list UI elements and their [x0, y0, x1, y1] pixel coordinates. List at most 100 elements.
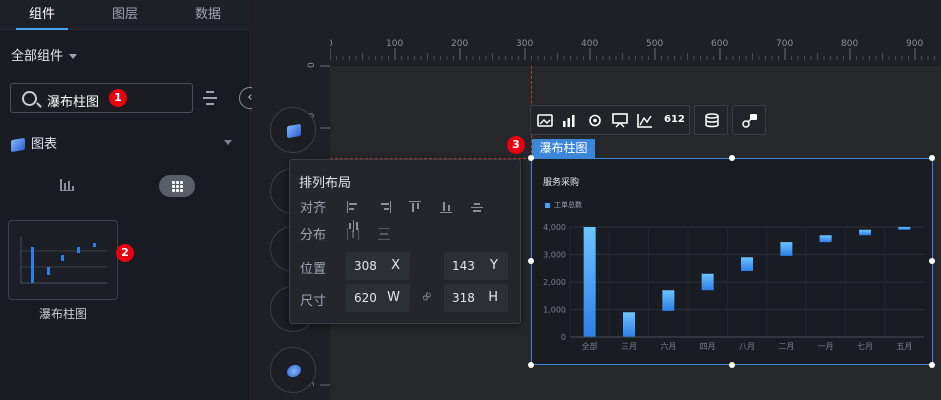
waterfall-chart: 0 1,000 2,000 3,000 4,000 全部 三月 六月 四月 八月 二月 一月 七月 五月	[543, 223, 924, 351]
ruler-label: 0	[330, 39, 333, 49]
size-width-field[interactable]: 620 W	[346, 284, 410, 312]
search-input[interactable]: 瀑布柱图	[10, 83, 193, 113]
category-charts[interactable]: 图表	[11, 133, 57, 152]
database-icon[interactable]	[704, 113, 720, 128]
ruler-horizontal: 0 100 200 300 400 500 600 700 800 900	[327, 36, 941, 60]
line-chart-icon[interactable]	[637, 113, 653, 128]
share-icon[interactable]	[742, 113, 758, 128]
align-middle-icon[interactable]	[471, 201, 484, 213]
resize-handle[interactable]	[528, 155, 534, 161]
waterfall-bar[interactable]	[701, 273, 714, 291]
search-icon	[22, 91, 37, 106]
waterfall-bar[interactable]	[819, 235, 832, 243]
size-height-unit: H	[488, 290, 498, 305]
position-x-field[interactable]: 308 X	[346, 252, 410, 280]
panel-tabs: 组件 图层 数据	[0, 0, 251, 30]
data-toolbar	[694, 105, 728, 135]
x-tick-label: 全部	[582, 341, 598, 351]
waterfall-thumbnail-icon	[20, 237, 107, 284]
distribute-vertical-icon[interactable]	[378, 228, 391, 240]
widget-toolbar: 612	[530, 105, 690, 135]
y-tick-label: 4,000	[543, 223, 566, 232]
ruler-label: 500	[646, 39, 663, 49]
tab-data[interactable]: 数据	[166, 0, 250, 30]
position-y-field[interactable]: 143 Y	[444, 252, 508, 280]
align-bottom-icon[interactable]	[440, 201, 453, 213]
ruler-label: 300	[516, 39, 533, 49]
number-icon[interactable]: 612	[664, 114, 688, 129]
waterfall-chart-thumbnail[interactable]	[8, 220, 118, 300]
resize-handle[interactable]	[929, 362, 935, 368]
ruler-label: 200	[451, 39, 468, 49]
collapse-all-icon[interactable]	[202, 89, 218, 107]
x-tick-label: 七月	[857, 342, 873, 351]
x-tick-label: 一月	[818, 342, 834, 351]
position-x-value: 308	[354, 259, 377, 273]
align-label: 对齐	[300, 201, 327, 216]
chart-icon	[287, 123, 301, 139]
waterfall-bar[interactable]	[898, 227, 911, 230]
step-marker-2: 2	[116, 244, 134, 262]
all-components-dropdown[interactable]: 全部组件	[11, 45, 78, 64]
resize-handle[interactable]	[929, 155, 935, 161]
image-icon[interactable]	[537, 113, 553, 128]
globe-icon	[287, 363, 301, 379]
quick-component-button[interactable]	[270, 347, 316, 393]
distribute-icons	[347, 225, 404, 244]
quick-component-button[interactable]	[270, 107, 316, 153]
step-marker-1: 1	[109, 89, 127, 107]
chart-title: 服务采购	[543, 178, 580, 188]
position-y-unit: Y	[490, 258, 498, 273]
ruler-label: 0	[307, 62, 317, 68]
x-tick-label: 二月	[778, 342, 794, 351]
chevron-down-icon	[69, 54, 78, 59]
layout-panel-title: 排列布局	[299, 176, 352, 191]
component-panel: 组件 图层 数据 全部组件 瀑布柱图 1 ‹ 图表 2 瀑布柱图	[0, 0, 261, 400]
size-width-unit: W	[387, 290, 400, 305]
grid-view-toggle[interactable]	[159, 175, 195, 197]
ruler-label: 100	[386, 39, 403, 49]
ruler-label: 800	[841, 39, 858, 49]
all-components-label: 全部组件	[11, 49, 64, 64]
waterfall-bar[interactable]	[859, 229, 871, 236]
ruler-label: 600	[711, 39, 728, 49]
chevron-down-icon[interactable]	[224, 140, 232, 145]
waterfall-bar[interactable]	[662, 290, 675, 311]
waterfall-bar[interactable]	[623, 312, 635, 337]
map-point-icon[interactable]	[587, 113, 603, 128]
ruler-label: 400	[581, 39, 598, 49]
chart-legend-item: 工单总数	[545, 200, 582, 210]
search-value: 瀑布柱图	[47, 95, 100, 110]
thumbnail-label: 瀑布柱图	[38, 307, 87, 321]
align-left-icon[interactable]	[347, 201, 360, 213]
category-label: 图表	[31, 137, 58, 152]
position-label: 位置	[300, 262, 327, 277]
waterfall-bar[interactable]	[583, 227, 596, 337]
y-tick-label: 2,000	[543, 278, 566, 287]
distribute-label: 分布	[300, 228, 327, 243]
distribute-horizontal-icon[interactable]	[347, 228, 360, 240]
position-y-value: 143	[452, 259, 475, 273]
resize-handle[interactable]	[729, 362, 735, 368]
size-height-field[interactable]: 318 H	[444, 284, 508, 312]
tab-layers[interactable]: 图层	[83, 0, 167, 30]
align-top-icon[interactable]	[409, 201, 422, 213]
tab-components[interactable]: 组件	[0, 0, 84, 30]
resize-handle[interactable]	[528, 362, 534, 368]
size-label: 尺寸	[300, 294, 327, 309]
x-tick-label: 六月	[660, 341, 676, 351]
resize-handle[interactable]	[729, 155, 735, 161]
app-root: 组件 图层 数据 全部组件 瀑布柱图 1 ‹ 图表 2 瀑布柱图 100 200…	[0, 0, 941, 400]
waterfall-bar[interactable]	[780, 242, 793, 256]
x-tick-label: 四月	[700, 342, 716, 351]
ruler-label: 700	[776, 39, 793, 49]
y-tick-label: 0	[561, 333, 566, 342]
bar-chart-icon[interactable]	[562, 113, 578, 128]
waterfall-bar[interactable]	[741, 257, 753, 271]
list-view-icon[interactable]	[60, 179, 74, 191]
screen-icon[interactable]	[612, 113, 628, 128]
x-tick-label: 八月	[739, 342, 755, 351]
align-right-icon[interactable]	[378, 201, 392, 213]
share-toolbar	[732, 105, 766, 135]
ruler-label: 900	[906, 39, 923, 49]
